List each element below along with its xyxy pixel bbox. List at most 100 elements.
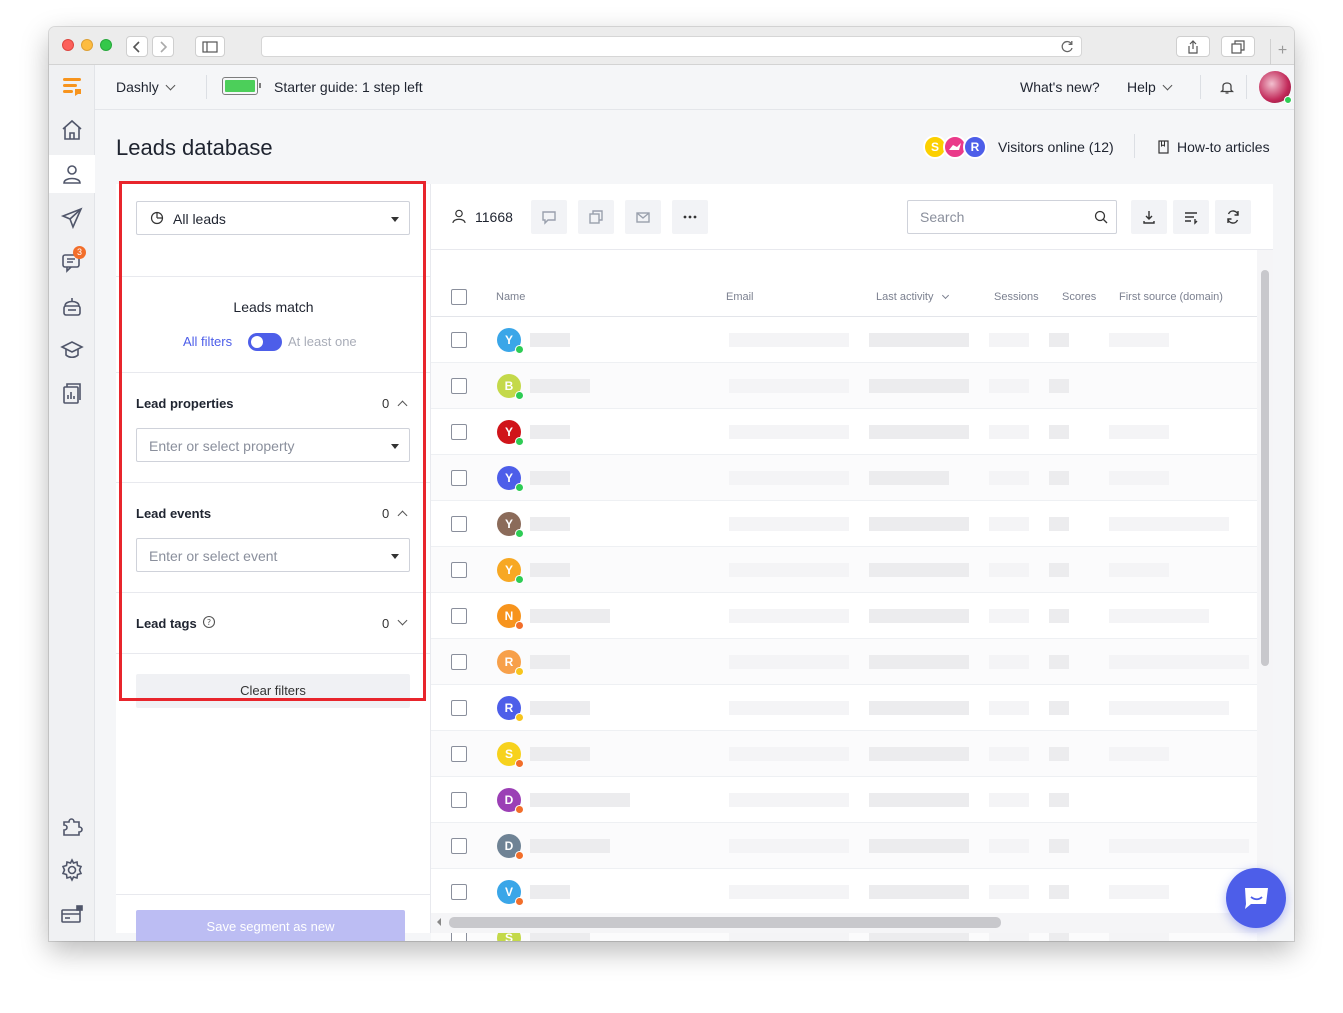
redacted-cell bbox=[869, 793, 969, 807]
minimize-window-button[interactable] bbox=[81, 39, 93, 51]
address-bar[interactable] bbox=[261, 36, 1082, 57]
row-checkbox[interactable] bbox=[451, 792, 467, 808]
visitor-avatar[interactable]: R bbox=[963, 135, 987, 159]
sidebar-item-home[interactable] bbox=[49, 111, 95, 149]
share-button[interactable] bbox=[1176, 36, 1210, 57]
save-segment-button[interactable]: Save segment as new bbox=[136, 910, 405, 941]
table-row[interactable]: N bbox=[431, 593, 1257, 639]
table-row[interactable]: Y bbox=[431, 547, 1257, 593]
chevron-up-icon[interactable] bbox=[397, 400, 408, 411]
reload-icon[interactable] bbox=[1059, 39, 1075, 55]
event-select[interactable]: Enter or select event bbox=[136, 538, 410, 572]
visitors-online-link[interactable]: Visitors online (12) bbox=[998, 139, 1114, 155]
table-row[interactable]: R bbox=[431, 685, 1257, 731]
chevron-down-icon[interactable] bbox=[397, 615, 408, 626]
row-checkbox[interactable] bbox=[451, 608, 467, 624]
at-least-one-option[interactable]: At least one bbox=[288, 334, 357, 349]
sidebar-item-billing[interactable] bbox=[49, 895, 95, 933]
column-header-email[interactable]: Email bbox=[726, 291, 754, 303]
row-checkbox[interactable] bbox=[451, 470, 467, 486]
column-header-last-activity[interactable]: Last activity bbox=[876, 291, 949, 303]
back-button[interactable] bbox=[126, 36, 148, 57]
refresh-button[interactable] bbox=[1215, 200, 1251, 234]
sidebar-item-academy[interactable] bbox=[49, 331, 95, 369]
search-input[interactable]: Search bbox=[907, 200, 1117, 234]
horizontal-scrollbar[interactable] bbox=[431, 913, 1257, 933]
row-checkbox[interactable] bbox=[451, 746, 467, 762]
property-select[interactable]: Enter or select property bbox=[136, 428, 410, 462]
table-row[interactable]: B bbox=[431, 363, 1257, 409]
lead-status-dot bbox=[515, 529, 524, 538]
column-header-sessions[interactable]: Sessions bbox=[994, 291, 1039, 303]
starter-guide-progress-fill bbox=[225, 80, 255, 92]
table-row[interactable]: Y bbox=[431, 409, 1257, 455]
new-tab-button[interactable]: + bbox=[1270, 39, 1294, 65]
table-row[interactable]: Y bbox=[431, 501, 1257, 547]
table-row[interactable]: S bbox=[431, 731, 1257, 777]
export-button[interactable] bbox=[1131, 200, 1167, 234]
redacted-cell bbox=[989, 793, 1029, 807]
all-filters-option[interactable]: All filters bbox=[183, 334, 232, 349]
zoom-window-button[interactable] bbox=[100, 39, 112, 51]
sidebar-toggle-button[interactable] bbox=[195, 36, 225, 57]
scroll-left-arrow[interactable] bbox=[437, 918, 441, 926]
row-checkbox[interactable] bbox=[451, 562, 467, 578]
row-checkbox[interactable] bbox=[451, 516, 467, 532]
sidebar-item-leads[interactable] bbox=[49, 155, 95, 193]
sidebar-item-integrations[interactable] bbox=[49, 807, 95, 845]
header-divider bbox=[206, 75, 207, 99]
how-to-articles-link[interactable]: How-to articles bbox=[1177, 139, 1270, 155]
vertical-scroll-thumb[interactable] bbox=[1261, 270, 1269, 666]
help-circle-icon[interactable]: ? bbox=[202, 615, 216, 629]
sidebar-item-settings[interactable] bbox=[49, 851, 95, 889]
columns-button[interactable] bbox=[1173, 200, 1209, 234]
chat-widget-button[interactable] bbox=[1226, 868, 1286, 928]
column-header-source[interactable]: First source (domain) bbox=[1119, 291, 1223, 303]
starter-guide-link[interactable]: Starter guide: 1 step left bbox=[274, 79, 423, 95]
tabs-button[interactable] bbox=[1221, 36, 1255, 57]
bell-icon[interactable] bbox=[1220, 79, 1234, 95]
vertical-scrollbar[interactable] bbox=[1257, 250, 1273, 933]
row-checkbox[interactable] bbox=[451, 838, 467, 854]
send-chat-button[interactable] bbox=[531, 200, 567, 234]
table-row[interactable]: R bbox=[431, 639, 1257, 685]
whats-new-link[interactable]: What's new? bbox=[1020, 79, 1100, 95]
chevron-left-icon bbox=[132, 40, 140, 53]
match-mode-toggle[interactable] bbox=[248, 333, 282, 351]
table-row[interactable]: V bbox=[431, 869, 1257, 915]
sidebar-item-reports[interactable] bbox=[49, 375, 95, 413]
row-checkbox[interactable] bbox=[451, 884, 467, 900]
search-icon[interactable] bbox=[1094, 210, 1108, 224]
forward-button[interactable] bbox=[152, 36, 174, 57]
chevron-up-icon[interactable] bbox=[397, 510, 408, 521]
row-checkbox[interactable] bbox=[451, 424, 467, 440]
starter-guide-progress-icon[interactable] bbox=[222, 77, 261, 95]
row-checkbox[interactable] bbox=[451, 332, 467, 348]
table-row[interactable]: D bbox=[431, 777, 1257, 823]
dashly-logo[interactable] bbox=[49, 67, 95, 105]
leads-table-panel: 11668 Search Name Email Last activity Se… bbox=[431, 184, 1273, 941]
sidebar-item-campaigns[interactable] bbox=[49, 199, 95, 237]
clear-filters-button[interactable]: Clear filters bbox=[136, 674, 410, 708]
row-checkbox[interactable] bbox=[451, 378, 467, 394]
sidebar-item-chatbot[interactable] bbox=[49, 287, 95, 325]
close-window-button[interactable] bbox=[62, 39, 74, 51]
row-checkbox[interactable] bbox=[451, 700, 467, 716]
help-menu[interactable]: Help bbox=[1127, 79, 1173, 95]
table-row[interactable]: D bbox=[431, 823, 1257, 869]
send-popup-button[interactable] bbox=[578, 200, 614, 234]
table-row[interactable]: Y bbox=[431, 455, 1257, 501]
send-email-button[interactable] bbox=[625, 200, 661, 234]
column-header-scores[interactable]: Scores bbox=[1062, 291, 1096, 303]
graduation-cap-icon bbox=[60, 341, 84, 359]
more-actions-button[interactable] bbox=[672, 200, 708, 234]
horizontal-scroll-thumb[interactable] bbox=[449, 917, 1001, 928]
table-row[interactable]: Y bbox=[431, 317, 1257, 363]
workspace-switcher[interactable]: Dashly bbox=[116, 79, 176, 95]
select-all-checkbox[interactable] bbox=[451, 289, 467, 305]
lead-status-dot bbox=[515, 575, 524, 584]
row-checkbox[interactable] bbox=[451, 654, 467, 670]
column-header-name[interactable]: Name bbox=[496, 291, 525, 303]
sidebar-item-conversations[interactable]: 3 bbox=[49, 243, 95, 281]
segment-select[interactable]: All leads bbox=[136, 201, 410, 235]
